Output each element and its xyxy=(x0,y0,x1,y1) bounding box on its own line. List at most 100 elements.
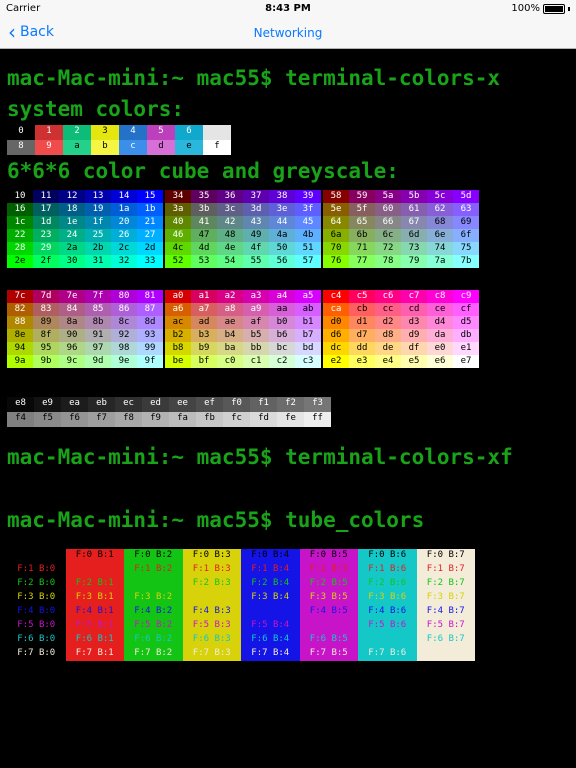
tube-color-cell: F:3 B:4 xyxy=(241,591,300,605)
color-cube-cell: db xyxy=(453,329,479,342)
greyscale-cell: fd xyxy=(250,412,277,427)
system-color-cell: c xyxy=(119,140,147,155)
tube-color-cell: F:1 B:7 xyxy=(416,563,475,577)
color-cube-cell: c2 xyxy=(269,355,295,368)
color-cube-cell: b0 xyxy=(269,316,295,329)
color-cube-cell: 68 xyxy=(427,216,453,229)
color-cube-cell: 75 xyxy=(453,242,479,255)
color-cube-cell: 59 xyxy=(349,190,375,203)
color-cube-cell: b2 xyxy=(165,329,191,342)
tube-color-cell: F:4 B:7 xyxy=(416,605,475,619)
color-cube-cell: 87 xyxy=(137,303,163,316)
greyscale-cell: eb xyxy=(88,397,115,412)
color-cube-cell: 38 xyxy=(269,190,295,203)
color-cube-cell: 64 xyxy=(323,216,349,229)
nav-title: Networking xyxy=(253,26,323,40)
color-cube-cell: c8 xyxy=(427,290,453,303)
color-cube-cell: 5d xyxy=(453,190,479,203)
tube-color-cell: F:7 B:1 xyxy=(65,647,124,661)
color-cube-cell: a7 xyxy=(191,303,217,316)
color-cube-cell: 66 xyxy=(375,216,401,229)
color-cube-cell: 31 xyxy=(85,255,111,268)
color-cube-cell: e7 xyxy=(453,355,479,368)
color-cube-cell: be xyxy=(165,355,191,368)
tube-color-cell: F:5 B:1 xyxy=(65,619,124,633)
color-cube-cell: 79 xyxy=(401,255,427,268)
color-cube-cell: b8 xyxy=(165,342,191,355)
color-cube-cell: 9a xyxy=(7,355,33,368)
color-cube-cell: 6c xyxy=(375,229,401,242)
color-cube-cell: 13 xyxy=(85,190,111,203)
system-color-cell: a xyxy=(63,140,91,155)
tube-color-cell: F:7 B:0 xyxy=(7,647,66,661)
color-cube-cell: 10 xyxy=(7,190,33,203)
color-cube-cell: 41 xyxy=(191,216,217,229)
color-cube-cell: a0 xyxy=(165,290,191,303)
color-cube-cell: 1d xyxy=(33,216,59,229)
color-cube-cell: cc xyxy=(375,303,401,316)
tube-color-cell: F:1 B:2 xyxy=(124,563,183,577)
greyscale-cell: f8 xyxy=(115,412,142,427)
color-cube-cell: 74 xyxy=(427,242,453,255)
navigation-bar: ‹ Back Networking xyxy=(0,18,576,49)
color-cube-cell: 22 xyxy=(7,229,33,242)
color-cube-cell: e2 xyxy=(323,355,349,368)
color-cube-cell: 80 xyxy=(111,290,137,303)
tube-color-cell: F:2 B:6 xyxy=(358,577,417,591)
color-cube-cell: d7 xyxy=(349,329,375,342)
color-cube-cell: e3 xyxy=(349,355,375,368)
greyscale-cell: f0 xyxy=(223,397,250,412)
color-cube-cell: d6 xyxy=(323,329,349,342)
color-cube-cell: 9f xyxy=(137,355,163,368)
terminal-view[interactable]: mac-Mac-mini:~ mac55$ terminal-colors-x … xyxy=(0,49,576,768)
color-cube-cell: bd xyxy=(295,342,321,355)
color-cube-cell: 51 xyxy=(295,242,321,255)
greyscale-cell: f3 xyxy=(304,397,331,412)
color-cube-cell: a9 xyxy=(243,303,269,316)
greyscale-cell: ee xyxy=(169,397,196,412)
color-cube-cell: dc xyxy=(323,342,349,355)
color-cube-cell: 78 xyxy=(375,255,401,268)
color-cube-cell: e1 xyxy=(453,342,479,355)
color-cube-cell: 29 xyxy=(33,242,59,255)
greyscale-cell: ef xyxy=(196,397,223,412)
tube-color-cell: F:6 B:1 xyxy=(65,633,124,647)
color-cube-cell: df xyxy=(401,342,427,355)
color-cube-cell: 32 xyxy=(111,255,137,268)
color-cube-cell: a2 xyxy=(217,290,243,303)
clock: 8:43 PM xyxy=(265,3,311,14)
tube-color-cell: F:2 B:4 xyxy=(241,577,300,591)
color-cube-cell: b3 xyxy=(191,329,217,342)
system-color-cell: 8 xyxy=(7,140,35,155)
color-cube-cell: 91 xyxy=(85,329,111,342)
tube-color-cell: F:7 B:3 xyxy=(182,647,241,661)
color-cube-cell: ac xyxy=(165,316,191,329)
greyscale-cell: fc xyxy=(223,412,250,427)
color-cube-cell: 3b xyxy=(191,203,217,216)
color-cube-cell: 58 xyxy=(323,190,349,203)
color-cube-cell: d4 xyxy=(427,316,453,329)
color-cube-cell: 5a xyxy=(375,190,401,203)
color-cube-cell: 37 xyxy=(243,190,269,203)
color-cube-cell: da xyxy=(427,329,453,342)
prompt-line-tube-colors: mac-Mac-mini:~ mac55$ tube_colors xyxy=(7,508,425,532)
tube-header-cell: F:0 B:6 xyxy=(358,549,417,563)
color-cube-cell: c6 xyxy=(375,290,401,303)
color-cube-cell: 6b xyxy=(349,229,375,242)
color-cube-cell: 4f xyxy=(243,242,269,255)
greyscale-cell: f7 xyxy=(88,412,115,427)
system-color-cell: b xyxy=(91,140,119,155)
color-cube-cell: 71 xyxy=(349,242,375,255)
color-cube-cell: dd xyxy=(349,342,375,355)
tube-color-cell: F:2 B:7 xyxy=(416,577,475,591)
tube-header-cell xyxy=(7,549,66,563)
tube-color-cell: F:3 B:1 xyxy=(65,591,124,605)
tube-color-cell: F:7 B:4 xyxy=(241,647,300,661)
tube-color-cell: F:4 B:6 xyxy=(358,605,417,619)
color-cube-cell: 55 xyxy=(243,255,269,268)
color-cube-cell: 5f xyxy=(349,203,375,216)
color-cube-cell: aa xyxy=(269,303,295,316)
color-cube-cell: 94 xyxy=(7,342,33,355)
color-cube-cell: e0 xyxy=(427,342,453,355)
color-cube-cell: 86 xyxy=(111,303,137,316)
